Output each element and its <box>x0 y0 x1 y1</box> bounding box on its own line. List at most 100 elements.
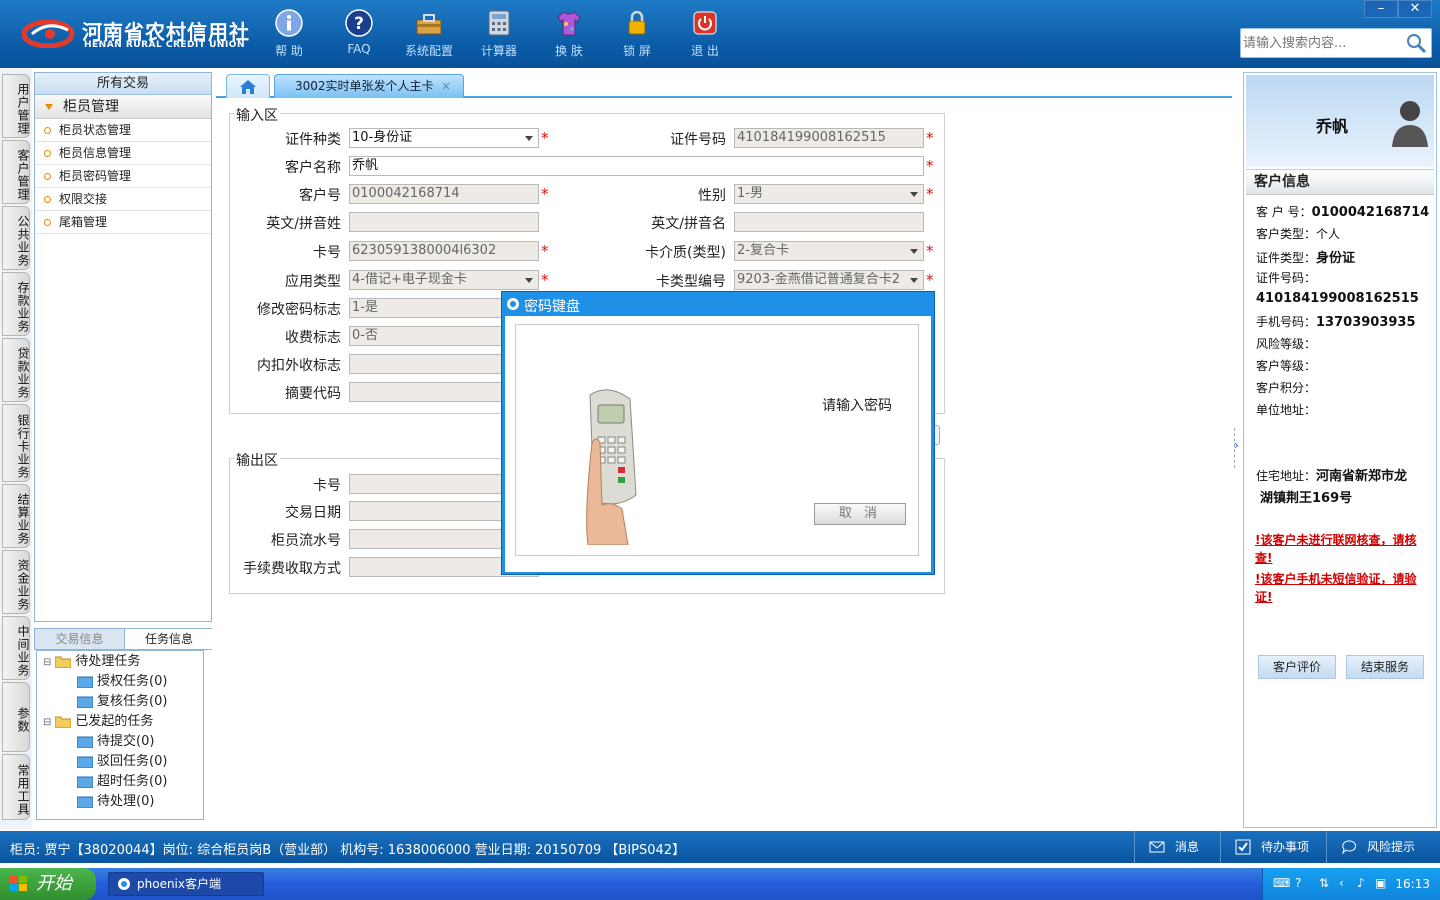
tab-issue-card[interactable]: 3002实时单张发个人主卡 × <box>274 74 464 98</box>
cust-type-label: 客户类型： <box>1256 227 1317 241</box>
tree-node-to-process[interactable]: 待处理(0) <box>77 793 154 811</box>
collapse-icon[interactable]: ⊟ <box>43 657 51 668</box>
tab-task-info[interactable]: 任务信息 <box>124 629 213 649</box>
panel-collapse-handle[interactable]: › <box>1234 428 1242 468</box>
nav-item-teller-info[interactable]: 柜员信息管理 <box>35 142 211 165</box>
help-tray-icon[interactable]: ? <box>1295 876 1301 890</box>
logo-text-en: HENAN RURAL CREDIT UNION <box>84 40 245 50</box>
tab-intermediary[interactable]: 中间业务 <box>2 616 30 680</box>
risk-alert-button[interactable]: 风险提示 <box>1326 831 1440 863</box>
faq-button[interactable]: ? FAQ <box>326 8 392 62</box>
change-skin-button[interactable]: 换 肤 <box>536 8 602 62</box>
network-icon[interactable]: ⇅ <box>1319 876 1329 890</box>
tab-close-icon[interactable]: × <box>441 75 451 97</box>
ime-icon[interactable]: ▣ <box>1375 876 1386 890</box>
tree-node-review-tasks[interactable]: 复核任务(0) <box>77 693 167 711</box>
card-type-no-select[interactable]: 9203-金燕借记普通复合卡2 <box>734 270 924 290</box>
tree-node-timeout[interactable]: 超时任务(0) <box>77 773 167 791</box>
tab-loan[interactable]: 贷款业务 <box>2 338 30 402</box>
warning-network-check[interactable]: !该客户未进行联网核查，请核查! <box>1255 531 1433 567</box>
lock-screen-button[interactable]: 锁 屏 <box>604 8 670 62</box>
card-no-label: 卡号 <box>313 245 341 261</box>
tab-user-mgmt[interactable]: 用户管理 <box>2 74 30 138</box>
svg-text:?: ? <box>354 14 364 34</box>
messages-label: 消息 <box>1175 840 1200 854</box>
nav-item-permission-handover[interactable]: 权限交接 <box>35 188 211 211</box>
messages-button[interactable]: 消息 <box>1134 831 1234 863</box>
card-medium-select[interactable]: 2-复合卡 <box>734 241 924 261</box>
tab-public-business[interactable]: 公共业务 <box>2 206 30 270</box>
tab-bank-card[interactable]: 银行卡业务 <box>2 404 30 482</box>
tab-common-tools[interactable]: 常用工具 <box>2 754 30 820</box>
system-tray: ⌨ ? ⇅ ‹ ♪ ▣ 16:13 <box>1262 868 1440 900</box>
en-name-field[interactable] <box>734 212 924 232</box>
inner-fee-label: 内扣外收标志 <box>257 358 341 374</box>
minimize-button[interactable]: – <box>1364 0 1398 18</box>
id-type-select[interactable]: 10-身份证 <box>349 128 539 148</box>
calculator-button[interactable]: 计算器 <box>466 8 532 62</box>
taskbar-app-phoenix[interactable]: phoenix客户端 <box>108 872 264 896</box>
fee-method-label: 手续费收取方式 <box>243 561 341 577</box>
card-no-field[interactable]: 6230591380004l6302 <box>349 241 539 261</box>
change-skin-label: 换 肤 <box>555 44 583 58</box>
todo-button[interactable]: 待办事项 <box>1220 831 1326 863</box>
nav-item-teller-password[interactable]: 柜员密码管理 <box>35 165 211 188</box>
cust-no-field[interactable]: 0100042168714 <box>349 184 539 204</box>
system-config-button[interactable]: 系统配置 <box>396 8 462 62</box>
nav-group-teller[interactable]: 柜员管理 <box>35 95 211 119</box>
tree-node-to-submit[interactable]: 待提交(0) <box>77 733 154 751</box>
tab-home[interactable] <box>226 74 270 98</box>
nav-item-teller-status[interactable]: 柜员状态管理 <box>35 119 211 142</box>
end-service-button[interactable]: 结束服务 <box>1346 655 1424 679</box>
clock: 16:13 <box>1395 877 1430 891</box>
cancel-button[interactable]: 取 消 <box>814 503 906 525</box>
tab-deposit[interactable]: 存款业务 <box>2 272 30 336</box>
help-button[interactable]: 帮 助 <box>256 8 322 62</box>
warning-sms-verify[interactable]: !该客户手机未短信验证，请验证! <box>1255 570 1433 606</box>
pwd-flag-label: 修改密码标志 <box>257 302 341 318</box>
tree-node-auth-tasks[interactable]: 授权任务(0) <box>77 673 167 691</box>
close-window-button[interactable]: ✕ <box>1398 0 1432 18</box>
collapse-icon[interactable]: ⊟ <box>43 717 51 728</box>
app-type-select[interactable]: 4-借记+电子现金卡 <box>349 270 539 290</box>
calculator-label: 计算器 <box>480 44 517 58</box>
start-button[interactable]: 开始 <box>0 868 96 900</box>
tree-label: 授权任务(0) <box>97 674 168 689</box>
risk-alert-label: 风险提示 <box>1367 840 1416 854</box>
tree-node-initiated[interactable]: ⊟ 已发起的任务 <box>43 713 153 731</box>
en-surname-field[interactable] <box>349 212 539 232</box>
tab-funds[interactable]: 资金业务 <box>2 550 30 614</box>
tab-settlement[interactable]: 结算业务 <box>2 484 30 548</box>
search-icon[interactable] <box>1405 32 1427 54</box>
folder-blue-icon <box>77 776 93 788</box>
folder-icon <box>55 716 72 728</box>
required-mark: * <box>926 271 934 289</box>
tab-customer-mgmt[interactable]: 客户管理 <box>2 140 30 204</box>
tree-node-rejected[interactable]: 驳回任务(0) <box>77 753 167 771</box>
exit-button[interactable]: 退 出 <box>672 8 738 62</box>
start-label: 开始 <box>36 873 72 894</box>
search-input[interactable] <box>1243 32 1403 54</box>
keyboard-icon[interactable]: ⌨ <box>1273 876 1290 890</box>
tree-label: 超时任务(0) <box>97 774 168 789</box>
cust-name-field[interactable]: 乔帆 <box>349 156 924 176</box>
calculator-icon <box>488 10 510 36</box>
gender-select[interactable]: 1-男 <box>734 184 924 204</box>
phone-value: 13703903935 <box>1316 315 1416 330</box>
id-no-field[interactable]: 410184199008162515 <box>734 128 924 148</box>
logo: 河南省农村信用社 HENAN RURAL CREDIT UNION <box>22 14 249 54</box>
required-mark: * <box>926 129 934 147</box>
tab-parameters[interactable]: 参数 <box>2 682 30 752</box>
nav-item-cash-box[interactable]: 尾箱管理 <box>35 211 211 234</box>
speaker-icon[interactable]: ♪ <box>1357 876 1365 890</box>
left-module-tabs: 用户管理 客户管理 公共业务 存款业务 贷款业务 银行卡业务 结算业务 资金业务… <box>0 68 32 830</box>
chevron-left-icon[interactable]: ‹ <box>1339 876 1344 890</box>
tab-transaction-info[interactable]: 交易信息 <box>35 629 124 649</box>
shirt-icon <box>557 11 581 36</box>
tree-node-pending[interactable]: ⊟ 待处理任务 <box>43 653 140 671</box>
info-icon <box>275 9 303 37</box>
card-type-no-label: 卡类型编号 <box>656 274 726 290</box>
cust-name-label: 客户名称 <box>285 160 341 176</box>
folder-blue-icon <box>77 736 93 748</box>
customer-evaluate-button[interactable]: 客户评价 <box>1258 655 1336 679</box>
